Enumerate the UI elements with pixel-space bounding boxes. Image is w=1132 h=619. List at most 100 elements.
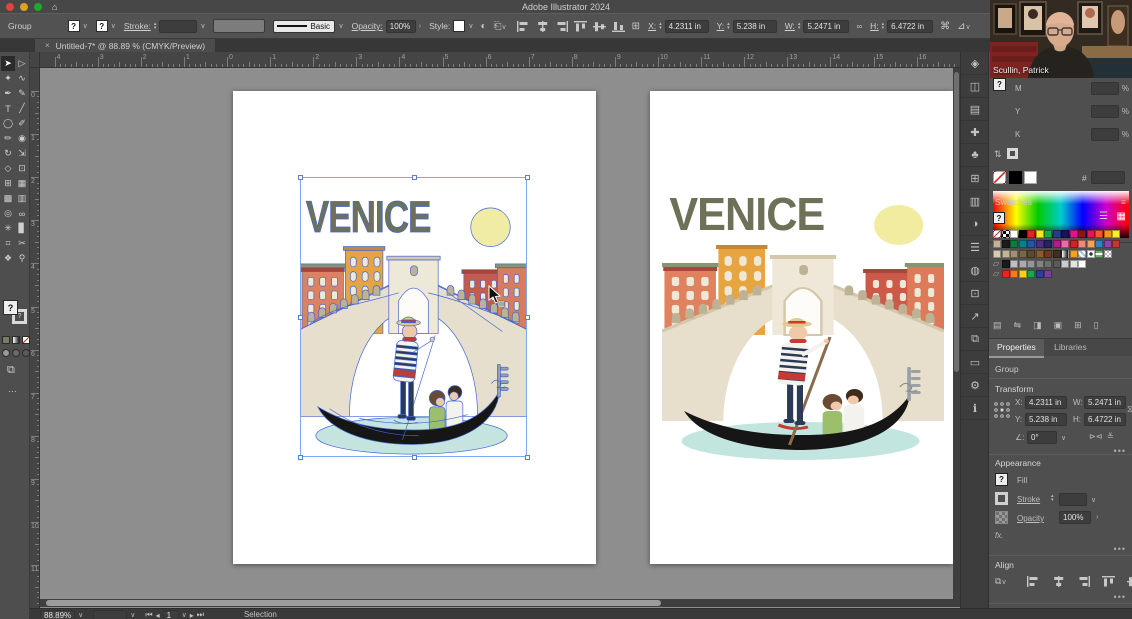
tab-properties[interactable]: Properties [989, 339, 1044, 358]
swatch[interactable] [1061, 230, 1069, 238]
stroke-label[interactable]: Stroke: [124, 21, 151, 31]
swatches-list-view-icon[interactable]: ☰ [1099, 211, 1108, 222]
new-swatch-icon[interactable]: ⊞ [1074, 320, 1082, 331]
last-artboard-icon[interactable]: ⏭ [197, 610, 204, 619]
paintbrush-tool[interactable]: ✐ [15, 116, 29, 131]
fx-button[interactable]: fx. [995, 531, 1003, 540]
swatch-kind-icon[interactable]: ◨ [1033, 320, 1042, 331]
swatch[interactable] [1078, 230, 1086, 238]
align-top[interactable] [1102, 576, 1115, 587]
scale-tool[interactable]: ⇲ [15, 146, 29, 161]
opacity-label[interactable]: Opacity: [352, 21, 383, 31]
align-h-center[interactable] [1052, 576, 1065, 587]
zoom-level-field[interactable]: 88.89% [40, 610, 75, 619]
appearance-opacity-icon[interactable] [995, 511, 1008, 524]
y-stepper[interactable]: ▴▾ [727, 22, 730, 30]
swatch[interactable] [1002, 260, 1010, 268]
swatch[interactable] [1010, 230, 1018, 238]
variable-width-profile-field[interactable]: Basic [273, 20, 335, 33]
slice-tool[interactable]: ✂ [15, 236, 29, 251]
flip-horizontal-icon[interactable]: ⊳⊲ [1089, 432, 1102, 441]
swatch[interactable] [1104, 250, 1112, 258]
appearance-opacity-label[interactable]: Opacity [1017, 514, 1044, 523]
stroke-chevron-icon[interactable]: ∨ [111, 22, 116, 30]
draw-behind-button[interactable] [12, 349, 20, 357]
swap-colors-icon[interactable]: ⇅ [994, 149, 1002, 160]
swatch[interactable] [1027, 250, 1035, 258]
swatch[interactable] [993, 230, 1001, 238]
cb-align-top[interactable] [574, 21, 587, 32]
black-swatch[interactable] [1009, 171, 1022, 184]
new-color-group-icon[interactable]: ▣ [1054, 320, 1063, 331]
prev-artboard-icon[interactable]: ◂ [156, 611, 160, 619]
magic-wand-tool[interactable]: ✦ [1, 71, 15, 86]
pencil-tool[interactable]: ✏ [1, 131, 15, 146]
swatch[interactable] [1061, 250, 1069, 258]
close-tab-icon[interactable]: × [45, 41, 50, 50]
curvature-tool[interactable]: ✎ [15, 86, 29, 101]
align-to-selection-icon[interactable]: ⧉∨ [995, 576, 1007, 587]
swatch[interactable] [1044, 250, 1052, 258]
selection-handle[interactable] [298, 175, 303, 180]
swatch[interactable] [1044, 270, 1052, 278]
gradient-tool[interactable]: ▥ [15, 191, 29, 206]
swatch[interactable] [1053, 230, 1061, 238]
swatch[interactable] [1070, 250, 1078, 258]
ellipse-tool[interactable]: ◯ [1, 116, 15, 131]
tf-w-field[interactable]: 5.2471 in [1084, 396, 1126, 409]
more-tools-icon[interactable]: … [8, 384, 17, 394]
first-artboard-icon[interactable]: ⏮ [145, 610, 152, 619]
swatches-panel-menu-icon[interactable]: ≡ [1121, 197, 1126, 207]
comments-panel-icon[interactable]: ▭ [961, 351, 989, 374]
selection-tool[interactable]: ➤ [1, 56, 15, 71]
info-panel-icon[interactable]: ℹ [961, 397, 989, 420]
appearance-stroke-stepper[interactable]: ▴▾ [1051, 494, 1054, 502]
appearance-fill-label[interactable]: Fill [1017, 476, 1027, 485]
swatches-fill-proxy[interactable]: ? [993, 212, 1005, 224]
rotate-tool[interactable]: ↻ [1, 146, 15, 161]
line-segment-tool[interactable]: ╱ [15, 101, 29, 116]
symbol-sprayer-tool[interactable]: ✳ [1, 221, 15, 236]
artboard-nav-chevron-icon[interactable]: ∨ [182, 611, 187, 619]
h-stepper[interactable]: ▴▾ [882, 22, 885, 30]
w-stepper[interactable]: ▴▾ [798, 22, 801, 30]
opacity-field[interactable]: 100% [386, 20, 416, 33]
selection-handle[interactable] [525, 315, 530, 320]
links-panel-icon[interactable]: ⊡ [961, 282, 989, 305]
swatch-libraries-icon[interactable]: ▤ [993, 320, 1002, 331]
perspective-grid-tool[interactable]: ▦ [15, 176, 29, 191]
appearance-stroke-swatch[interactable] [995, 492, 1008, 505]
swatch[interactable] [1002, 270, 1010, 278]
swatch[interactable] [1044, 260, 1052, 268]
artboards-panel-icon[interactable]: ◫ [961, 75, 989, 98]
delete-swatch-icon[interactable]: ▯ [1094, 320, 1099, 331]
gradient-mode-button[interactable] [12, 336, 20, 344]
artboard-nav-field[interactable]: 1 [163, 610, 179, 619]
screen-mode-icon[interactable]: ⧉ [7, 364, 15, 377]
horizontal-scrollbar-thumb[interactable] [46, 600, 661, 606]
shaper-tool[interactable]: ◉ [15, 131, 29, 146]
swatch[interactable] [1078, 260, 1086, 268]
swatch[interactable] [1027, 230, 1035, 238]
style-chevron-icon[interactable]: ∨ [468, 22, 473, 30]
link-dimensions-icon[interactable]: ⧖ [1127, 404, 1132, 415]
swatch[interactable] [1087, 240, 1095, 248]
style-swatch[interactable] [453, 20, 465, 32]
blend-tool[interactable]: ∞ [15, 206, 29, 221]
stroke-weight-field[interactable] [159, 20, 197, 33]
swatches-grid-view-icon[interactable]: ▦ [1117, 211, 1126, 222]
draw-inside-button[interactable] [22, 349, 30, 357]
appearance-stroke-field[interactable] [1059, 493, 1087, 506]
color-channel-field[interactable] [1091, 128, 1119, 141]
swatch[interactable] [1112, 240, 1120, 248]
stroke-panel-icon[interactable]: ☰ [961, 236, 989, 259]
swatch[interactable] [1019, 270, 1027, 278]
swatch[interactable] [1112, 230, 1120, 238]
layers-panel-icon[interactable]: ◈ [961, 52, 989, 75]
horizontal-scrollbar[interactable] [40, 599, 960, 607]
export-panel-icon[interactable]: ↗ [961, 305, 989, 328]
shear-icon[interactable]: ⊿∨ [957, 21, 971, 32]
zoom-level-chevron-icon[interactable]: ∨ [78, 611, 83, 619]
screen-select-field[interactable] [93, 610, 127, 619]
swatch[interactable] [993, 240, 1001, 248]
